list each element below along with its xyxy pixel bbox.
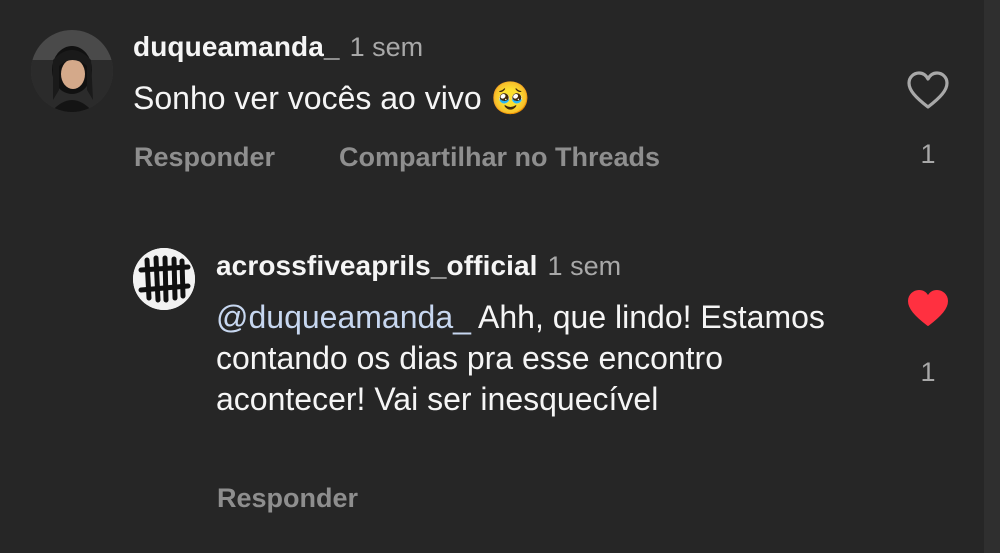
heart-filled-icon[interactable] <box>907 289 949 329</box>
comment-text-row: Sonho ver vocês ao vivo 🥹 <box>133 78 530 119</box>
reply-text: @duqueamanda_ Ahh, que lindo! Estamos co… <box>216 297 856 420</box>
comment-username[interactable]: duqueamanda_ <box>133 31 340 62</box>
mention-link[interactable]: @duqueamanda_ <box>216 299 471 335</box>
comment-time: 1 sem <box>349 32 424 62</box>
reply-time: 1 sem <box>547 251 622 281</box>
reply-reply-button[interactable]: Responder <box>217 483 358 514</box>
heart-outline-icon[interactable] <box>907 71 949 111</box>
scroll-edge <box>984 0 1000 553</box>
comment-text: Sonho ver vocês ao vivo <box>133 80 482 116</box>
comment-like-count: 1 <box>920 139 936 169</box>
reply-header: acrossfiveaprils_official 1 sem <box>216 250 621 282</box>
comment-header: duqueamanda_ 1 sem <box>133 31 423 63</box>
avatar-acrossfiveaprils[interactable] <box>133 248 195 310</box>
comment-reply-button[interactable]: Responder <box>134 142 275 173</box>
pleading-face-emoji: 🥹 <box>490 80 531 116</box>
avatar-duqueamanda[interactable] <box>31 30 113 112</box>
share-threads-button[interactable]: Compartilhar no Threads <box>339 142 660 173</box>
reply-username[interactable]: acrossfiveaprils_official <box>216 250 538 281</box>
reply-like-count: 1 <box>920 357 936 387</box>
